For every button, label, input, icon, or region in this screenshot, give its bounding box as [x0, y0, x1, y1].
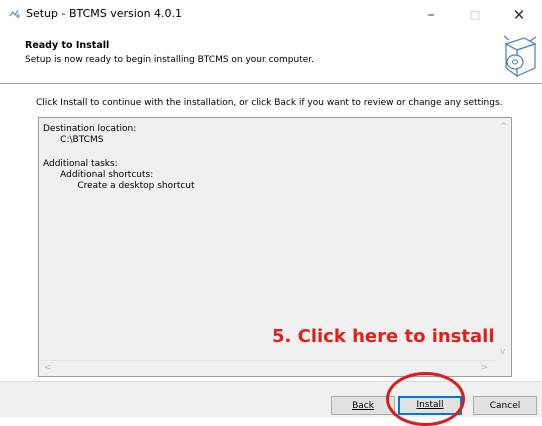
memo-line: Destination location: — [43, 124, 137, 134]
instruction-text: Click Install to continue with the insta… — [36, 98, 503, 108]
memo-line: Create a desktop shortcut — [43, 181, 195, 191]
memo-line: Additional tasks: — [43, 159, 118, 169]
cancel-button[interactable]: Cancel — [473, 396, 537, 415]
scroll-right-icon[interactable]: > — [480, 363, 488, 373]
scroll-down-icon[interactable]: v — [500, 347, 505, 357]
header-divider — [0, 83, 542, 85]
memo-line: C:\BTCMS — [43, 135, 104, 145]
back-button-label: Back — [352, 401, 374, 411]
scroll-left-icon[interactable]: < — [44, 363, 52, 373]
maximize-button[interactable]: □ — [452, 0, 498, 30]
minimize-button[interactable]: – — [408, 0, 454, 30]
tutorial-annotation: 5. Click here to install — [272, 326, 495, 347]
page-title: Ready to Install — [25, 40, 110, 51]
close-button[interactable]: ✕ — [496, 0, 542, 30]
memo-line: Additional shortcuts: — [43, 170, 154, 180]
window-title: Setup - BTCMS version 4.0.1 — [26, 7, 183, 20]
software-box-icon — [503, 35, 537, 78]
vertical-scrollbar[interactable]: ^ v — [496, 118, 511, 359]
setup-app-icon — [9, 9, 20, 18]
scroll-corner — [496, 361, 511, 376]
scroll-up-icon[interactable]: ^ — [500, 122, 508, 132]
title-bar: Setup - BTCMS version 4.0.1 – □ ✕ — [0, 0, 542, 30]
page-subtitle: Setup is now ready to begin installing B… — [25, 55, 315, 65]
highlight-circle — [386, 372, 465, 426]
